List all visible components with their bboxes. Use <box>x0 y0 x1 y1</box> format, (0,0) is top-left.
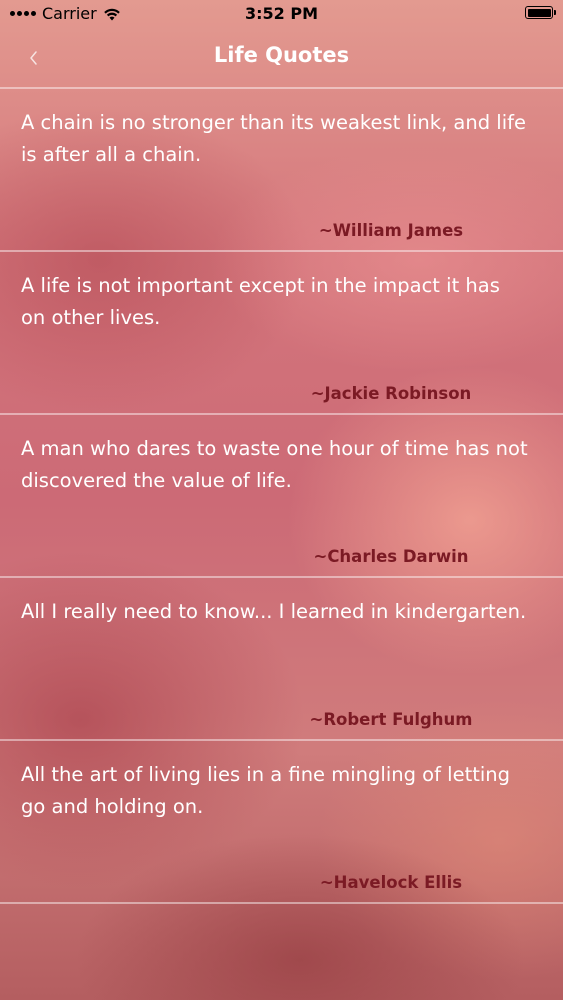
quote-text: All the art of living lies in a fine min… <box>21 763 511 818</box>
quote-text: A chain is no stronger than its weakest … <box>21 111 526 166</box>
quote-cell[interactable]: A chain is no stronger than its weakest … <box>0 89 563 252</box>
battery-icon <box>525 6 556 19</box>
quote-list[interactable]: A chain is no stronger than its weakest … <box>0 87 563 904</box>
quote-text: A life is not important except in the im… <box>21 274 500 329</box>
screen: Carrier 3:52 PM Life Quotes A chain is n… <box>0 0 563 1000</box>
quote-text: A man who dares to waste one hour of tim… <box>21 437 528 492</box>
quote-cell[interactable]: A man who dares to waste one hour of tim… <box>0 415 563 578</box>
quote-author: ~Jackie Robinson <box>310 384 472 403</box>
quote-cell[interactable]: All I really need to know... I learned i… <box>0 578 563 741</box>
quote-author: ~William James <box>318 221 464 240</box>
quote-cell[interactable]: A life is not important except in the im… <box>0 252 563 415</box>
page-title: Life Quotes <box>213 43 350 67</box>
quote-text: All I really need to know... I learned i… <box>21 600 527 623</box>
quote-author: ~Charles Darwin <box>313 547 469 566</box>
status-time: 3:52 PM <box>244 4 318 23</box>
status-bar: Carrier 3:52 PM <box>0 0 563 28</box>
quote-author: ~Havelock Ellis <box>319 873 463 892</box>
quote-cell[interactable]: All the art of living lies in a fine min… <box>0 741 563 904</box>
nav-bar: Life Quotes <box>0 28 563 88</box>
quote-author: ~Robert Fulghum <box>309 710 473 729</box>
